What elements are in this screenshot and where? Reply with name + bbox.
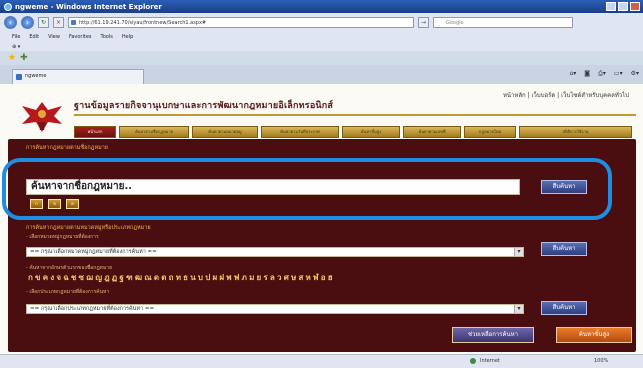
globe-icon: [470, 358, 476, 364]
ie-icon: [4, 2, 12, 11]
nav-tab-advanced[interactable]: ค้นหาขั้นสูง: [342, 126, 400, 138]
section-name-title: การค้นหากฎหมายตามชื่อกฎหมาย: [26, 145, 109, 151]
minimize-button[interactable]: [606, 2, 616, 11]
type-select-value: == กรุณาเลือกประเภทกฎหมายที่ต้องการค้นหา…: [30, 306, 155, 312]
search-button-3[interactable]: สืบค้นหา: [541, 301, 587, 315]
top-links[interactable]: หน้าหลัก | เว็บบอร์ด | เว็บไซต์สำหรับบุค…: [503, 90, 629, 100]
type-select[interactable]: == กรุณาเลือกประเภทกฎหมายที่ต้องการค้นหา…: [26, 304, 524, 314]
add-favorites-icon[interactable]: ✚: [20, 53, 28, 63]
address-bar: ‹ › ↻ × http://61.19.241.70/siyau/frontn…: [0, 13, 643, 32]
tab-current[interactable]: ngweme: [12, 69, 144, 84]
nav-tab-by-date[interactable]: ค้นหาตามวันที่ประกาศ: [261, 126, 339, 138]
back-button[interactable]: ‹: [4, 16, 17, 29]
feeds-icon[interactable]: ◙: [584, 70, 590, 78]
section-type-sub: - เลือกประเภทกฎหมายที่ต้องการค้นหา: [26, 289, 110, 295]
garuda-emblem-icon: [22, 102, 62, 132]
menu-bar: File Edit View Favorites Tools Help: [0, 32, 643, 42]
go-icon[interactable]: →: [418, 17, 429, 28]
menu-view[interactable]: View: [48, 34, 60, 40]
nav-tab-by-category[interactable]: ค้นหาตามหมวดหมู่: [192, 126, 258, 138]
favorites-bar: ★ ✚: [0, 51, 643, 65]
page-menu-icon[interactable]: ▭▾: [614, 70, 623, 78]
refresh-icon[interactable]: ↻: [38, 17, 49, 28]
menu-edit[interactable]: Edit: [29, 34, 39, 40]
search-button-2[interactable]: สืบค้นหา: [541, 242, 587, 256]
section-category-sub: - เลือกหมวดหมู่กฎหมายที่ต้องการ: [26, 234, 99, 240]
nav-tab-by-name[interactable]: ค้นหาตามชื่อกฎหมาย: [119, 126, 189, 138]
links-icon[interactable]: ⊕ ▾: [12, 44, 20, 50]
status-zone: Internet: [480, 358, 500, 364]
tab-bar: ngweme: [0, 65, 643, 84]
menu-file[interactable]: File: [12, 34, 20, 40]
print-icon[interactable]: ⎙▾: [598, 70, 606, 78]
advanced-search-button[interactable]: ค้นหาขั้นสูง: [556, 327, 632, 343]
zoom-level[interactable]: 100%: [594, 358, 608, 364]
title-divider: [74, 114, 636, 116]
command-bar: ⌂▾ ◙ ⎙▾ ▭▾ ⚙▾: [569, 70, 639, 78]
chevron-down-icon[interactable]: ▾: [514, 248, 523, 256]
nav-tab-by-number[interactable]: ค้นหาตามเลขที่: [403, 126, 461, 138]
maximize-button[interactable]: [618, 2, 628, 11]
category-select[interactable]: == กรุณาเลือกหมวดหมู่กฎหมายที่ต้องการค้น…: [26, 247, 524, 257]
section-category-title: การค้นหากฎหมายตามหมวดหมู่หรือประเภทกฎหมา…: [26, 225, 151, 231]
links-bar: ⊕ ▾: [0, 42, 643, 51]
search-input[interactable]: Google: [433, 17, 573, 28]
stop-icon[interactable]: ×: [53, 17, 64, 28]
highlight-outline: [2, 158, 612, 220]
nav-tab-stats[interactable]: สถิติการใช้งาน: [519, 126, 632, 138]
nav-tab-new-laws[interactable]: กฎหมายใหม่: [464, 126, 516, 138]
window-titlebar: ngweme - Windows Internet Explorer: [0, 0, 643, 13]
thai-alphabet-links[interactable]: กขคงจฉชซฌญฎฏฐฑฒณดตถทธนบปผฝพฟภมยรลวศษสหฬอ…: [28, 271, 335, 284]
menu-help[interactable]: Help: [122, 34, 133, 40]
tools-menu-icon[interactable]: ⚙▾: [631, 70, 639, 78]
url-input[interactable]: http://61.19.241.70/siyau/frontnew/Searc…: [68, 17, 414, 28]
help-search-button[interactable]: ช่วยเหลือการค้นหา: [452, 327, 534, 343]
status-bar: Internet 100%: [0, 354, 643, 368]
favorites-star-icon[interactable]: ★: [8, 53, 16, 63]
chevron-down-icon[interactable]: ▾: [514, 305, 523, 313]
nav-tab-home[interactable]: หน้าแรก: [74, 126, 116, 138]
menu-favorites[interactable]: Favorites: [69, 34, 92, 40]
site-title: ฐานข้อมูลรายกิจจานุเบกษาและการพัฒนากฎหมา…: [74, 101, 334, 111]
window-controls: [606, 2, 640, 11]
window-title: ngweme - Windows Internet Explorer: [15, 2, 162, 11]
forward-button[interactable]: ›: [21, 16, 34, 29]
menu-tools[interactable]: Tools: [101, 34, 113, 40]
main-nav: หน้าแรก ค้นหาตามชื่อกฎหมาย ค้นหาตามหมวดห…: [74, 126, 636, 138]
category-select-value: == กรุณาเลือกหมวดหมู่กฎหมายที่ต้องการค้น…: [30, 249, 157, 255]
close-button[interactable]: [630, 2, 640, 11]
home-icon[interactable]: ⌂▾: [569, 70, 576, 78]
